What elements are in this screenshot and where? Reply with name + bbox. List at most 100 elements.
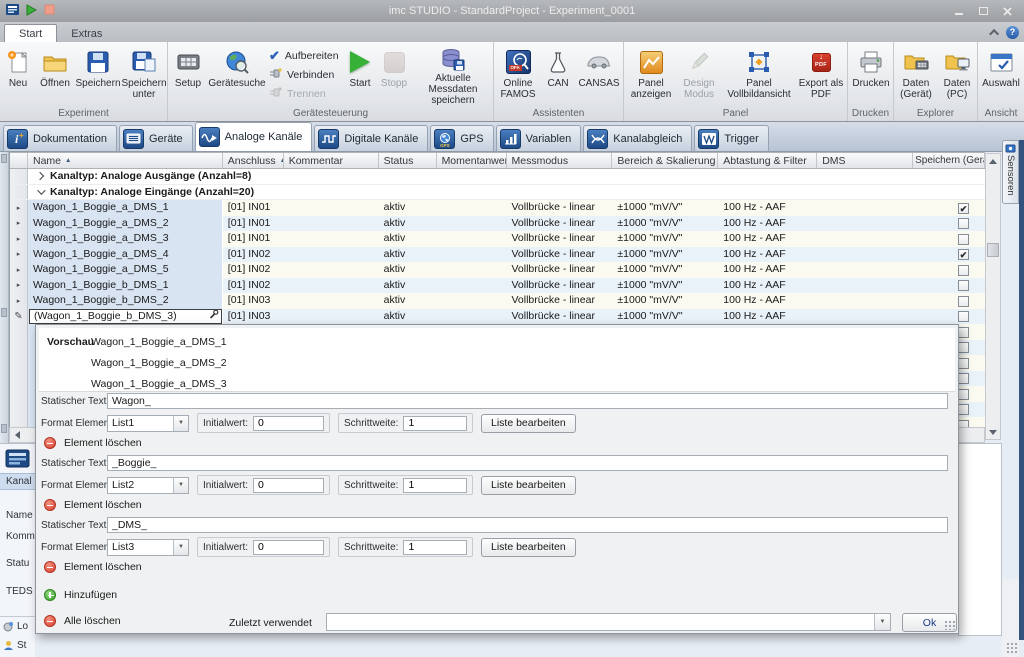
- collapsed-panel-strip[interactable]: [0, 152, 9, 443]
- cell-momentanwert[interactable]: [437, 278, 507, 294]
- ribbon-tab-extras[interactable]: Extras: [57, 25, 116, 42]
- cell-bereich[interactable]: ±1000 "mV/V": [612, 216, 718, 232]
- window-resize-grip[interactable]: [1006, 642, 1019, 653]
- initialwert-input[interactable]: [253, 540, 324, 555]
- save-device-checkbox[interactable]: [958, 420, 969, 427]
- cell-name[interactable]: Wagon_1_Boggie_a_DMS_4: [28, 247, 223, 263]
- design-mode-button[interactable]: Design Modus: [677, 44, 721, 106]
- splitter-handle-icon[interactable]: [1, 424, 7, 433]
- start-button[interactable]: Start: [343, 44, 377, 106]
- cell-momentanwert[interactable]: [437, 262, 507, 278]
- cell-kommentar[interactable]: [284, 309, 379, 325]
- cell-status[interactable]: aktiv: [379, 247, 437, 263]
- new-button[interactable]: Neu: [1, 44, 35, 106]
- static-text-input[interactable]: [107, 455, 948, 471]
- details-tab-kanal[interactable]: Kanal: [0, 473, 35, 490]
- header-anschluss[interactable]: Anschluss▲: [223, 153, 284, 168]
- cell-momentanwert[interactable]: [437, 231, 507, 247]
- cell-status[interactable]: aktiv: [379, 262, 437, 278]
- cell-messmodus[interactable]: Vollbrücke - linear: [506, 231, 612, 247]
- cell-bereich[interactable]: ±1000 "mV/V": [612, 262, 718, 278]
- save-device-checkbox[interactable]: [958, 218, 969, 229]
- cell-messmodus[interactable]: Vollbrücke - linear: [506, 216, 612, 232]
- row-selector[interactable]: ▸: [10, 247, 28, 263]
- save-device-checkbox[interactable]: [958, 280, 969, 291]
- tab-trigger[interactable]: Trigger: [694, 125, 768, 151]
- cell-name[interactable]: Wagon_1_Boggie_b_DMS_1: [28, 278, 223, 294]
- cell-messmodus[interactable]: Vollbrücke - linear: [506, 293, 612, 309]
- device-search-button[interactable]: Gerätesuche: [207, 44, 267, 106]
- cell-momentanwert[interactable]: [437, 309, 507, 325]
- static-text-input[interactable]: [107, 517, 948, 533]
- chevron-down-icon[interactable]: ▼: [173, 540, 188, 555]
- save-device-checkbox[interactable]: ✔: [958, 249, 969, 260]
- cell-status[interactable]: aktiv: [379, 200, 437, 216]
- format-element-select[interactable]: List1 ▼: [107, 415, 189, 432]
- minimize-button[interactable]: [952, 5, 966, 17]
- can-button[interactable]: CAN: [541, 44, 575, 106]
- cell-momentanwert[interactable]: [437, 216, 507, 232]
- cell-bereich[interactable]: ±1000 "mV/V": [612, 309, 718, 325]
- maximize-button[interactable]: [976, 5, 990, 17]
- cell-abtastung[interactable]: 100 Hz - AAF: [718, 262, 817, 278]
- delete-element-button[interactable]: Element löschen: [44, 560, 142, 574]
- cell-name[interactable]: Wagon_1_Boggie_a_DMS_2: [28, 216, 223, 232]
- cell-bereich[interactable]: ±1000 "mV/V": [612, 231, 718, 247]
- selection-button[interactable]: Auswahl: [979, 44, 1023, 106]
- format-element-select[interactable]: List2 ▼: [107, 477, 189, 494]
- cell-kommentar[interactable]: [284, 216, 379, 232]
- header-kommentar[interactable]: Kommentar: [284, 153, 379, 168]
- header-messmodus[interactable]: Messmodus: [507, 153, 613, 168]
- header-momentanwert[interactable]: Momentanwert: [437, 153, 507, 168]
- save-device-checkbox[interactable]: [958, 265, 969, 276]
- delete-all-button[interactable]: Alle löschen: [44, 615, 121, 627]
- row-selector[interactable]: ▸: [10, 231, 28, 247]
- header-status[interactable]: Status: [379, 153, 437, 168]
- edit-list-button[interactable]: Liste bearbeiten: [481, 538, 576, 557]
- cell-status[interactable]: aktiv: [379, 216, 437, 232]
- cansas-button[interactable]: CANSAS: [575, 44, 623, 106]
- cell-status[interactable]: aktiv: [379, 309, 437, 325]
- add-element-button[interactable]: Hinzufügen: [44, 589, 117, 601]
- tab-dokumentation[interactable]: i+ Dokumentation: [3, 125, 117, 151]
- schrittweite-input[interactable]: [403, 416, 467, 431]
- header-name[interactable]: Name▲: [28, 153, 223, 168]
- ribbon-tab-start[interactable]: Start: [4, 24, 57, 42]
- close-button[interactable]: [1000, 5, 1014, 17]
- cell-kommentar[interactable]: [284, 200, 379, 216]
- expander-collapsed-icon[interactable]: [36, 172, 44, 180]
- cell-momentanwert[interactable]: [437, 200, 507, 216]
- cell-kommentar[interactable]: [284, 231, 379, 247]
- logbook-item[interactable]: Lo: [0, 621, 35, 632]
- cell-anschluss[interactable]: [01] IN01: [223, 200, 284, 216]
- help-icon[interactable]: ?: [1006, 26, 1019, 39]
- online-famos-button[interactable]: OFA Online FAMOS: [495, 44, 541, 106]
- header-speichern-geraet[interactable]: Speichern (Gerät): [913, 153, 985, 168]
- cell-anschluss[interactable]: [01] IN02: [223, 262, 284, 278]
- save-device-checkbox[interactable]: [958, 373, 969, 384]
- save-device-checkbox[interactable]: [958, 311, 969, 322]
- cell-abtastung[interactable]: 100 Hz - AAF: [718, 293, 817, 309]
- cell-name[interactable]: Wagon_1_Boggie_a_DMS_5: [28, 262, 223, 278]
- cell-anschluss[interactable]: [01] IN02: [223, 247, 284, 263]
- save-device-checkbox[interactable]: ✔: [958, 203, 969, 214]
- cell-bereich[interactable]: ±1000 "mV/V": [612, 247, 718, 263]
- chevron-down-icon[interactable]: ▼: [173, 416, 188, 431]
- save-device-checkbox[interactable]: [958, 358, 969, 369]
- scroll-left-arrow[interactable]: [10, 428, 25, 442]
- cell-anschluss[interactable]: [01] IN03: [223, 309, 284, 325]
- export-pdf-button[interactable]: ↓PDF Export als PDF: [797, 44, 845, 106]
- table-row[interactable]: ▸ Wagon_1_Boggie_a_DMS_2 [01] IN01 aktiv…: [10, 216, 985, 232]
- header-bereich-skalierung[interactable]: Bereich & Skalierung: [612, 153, 718, 168]
- expander-expanded-icon[interactable]: [37, 186, 45, 194]
- row-selector[interactable]: ▸: [10, 200, 28, 216]
- cell-status[interactable]: aktiv: [379, 278, 437, 294]
- user-item[interactable]: St: [0, 640, 35, 651]
- tab-analoge-kanaele[interactable]: Analoge Kanäle: [195, 122, 313, 151]
- table-row[interactable]: ▸ Wagon_1_Boggie_b_DMS_2 [01] IN03 aktiv…: [10, 293, 985, 309]
- cell-momentanwert[interactable]: [437, 293, 507, 309]
- format-element-select[interactable]: List3 ▼: [107, 539, 189, 556]
- cell-kommentar[interactable]: [284, 293, 379, 309]
- header-dms[interactable]: DMS: [817, 153, 913, 168]
- setup-button[interactable]: Setup: [169, 44, 207, 106]
